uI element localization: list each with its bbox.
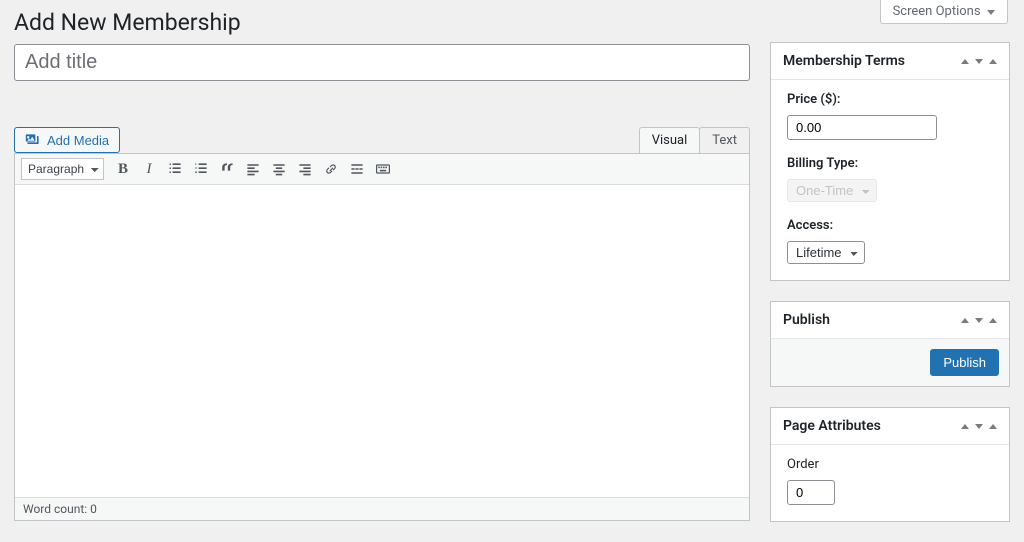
access-select[interactable]: Lifetime <box>787 241 865 264</box>
collapse-toggle-icon[interactable] <box>989 424 997 429</box>
billing-type-select: One-Time <box>787 179 877 202</box>
editor-toolbar: Paragraph B I <box>15 154 749 185</box>
membership-terms-title: Membership Terms <box>783 53 905 69</box>
membership-terms-box: Membership Terms Price ($): Billing Type… <box>770 42 1010 281</box>
collapse-toggle-icon[interactable] <box>989 318 997 323</box>
quote-icon <box>219 161 235 177</box>
billing-type-label: Billing Type: <box>787 156 993 171</box>
chevron-up-icon[interactable] <box>961 424 969 429</box>
editor-container: Paragraph B I <box>14 153 750 521</box>
bold-button[interactable]: B <box>112 158 134 180</box>
page-attributes-box: Page Attributes Order <box>770 407 1010 522</box>
numbered-list-button[interactable] <box>190 158 212 180</box>
align-right-button[interactable] <box>294 158 316 180</box>
screen-options-toggle[interactable]: Screen Options <box>880 0 1008 24</box>
list-ol-icon <box>193 161 209 177</box>
post-title-input[interactable] <box>14 44 750 81</box>
align-right-icon <box>297 161 313 177</box>
chevron-down-icon[interactable] <box>975 318 983 323</box>
price-input[interactable] <box>787 115 937 140</box>
word-count: Word count: 0 <box>15 497 749 520</box>
chevron-down-icon[interactable] <box>975 424 983 429</box>
list-ul-icon <box>167 161 183 177</box>
add-media-button[interactable]: Add Media <box>14 127 120 153</box>
editor-mode-tabs: Visual Text <box>640 127 750 153</box>
order-label: Order <box>787 457 993 472</box>
align-center-button[interactable] <box>268 158 290 180</box>
bulleted-list-button[interactable] <box>164 158 186 180</box>
publish-button[interactable]: Publish <box>930 349 999 376</box>
link-button[interactable] <box>320 158 342 180</box>
link-icon <box>323 161 339 177</box>
access-label: Access: <box>787 218 993 233</box>
tab-text[interactable]: Text <box>699 127 750 153</box>
price-label: Price ($): <box>787 92 993 107</box>
publish-title: Publish <box>783 312 830 328</box>
toolbar-toggle-button[interactable] <box>372 158 394 180</box>
align-left-button[interactable] <box>242 158 264 180</box>
chevron-up-icon[interactable] <box>961 59 969 64</box>
block-format-select[interactable]: Paragraph <box>21 158 104 180</box>
blockquote-button[interactable] <box>216 158 238 180</box>
page-title: Add New Membership <box>14 0 1024 40</box>
align-center-icon <box>271 161 287 177</box>
page-attributes-title: Page Attributes <box>783 418 881 434</box>
order-input[interactable] <box>787 480 835 505</box>
read-more-button[interactable] <box>346 158 368 180</box>
collapse-toggle-icon[interactable] <box>989 59 997 64</box>
tab-visual[interactable]: Visual <box>639 127 701 153</box>
chevron-down-icon <box>987 10 995 15</box>
align-left-icon <box>245 161 261 177</box>
keyboard-icon <box>375 161 391 177</box>
screen-options-label: Screen Options <box>893 4 981 19</box>
content-editor[interactable] <box>15 185 749 497</box>
publish-box: Publish Publish <box>770 301 1010 387</box>
chevron-up-icon[interactable] <box>961 318 969 323</box>
chevron-down-icon[interactable] <box>975 59 983 64</box>
italic-button[interactable]: I <box>138 158 160 180</box>
media-icon <box>25 132 41 148</box>
read-more-icon <box>349 161 365 177</box>
add-media-label: Add Media <box>47 133 109 148</box>
